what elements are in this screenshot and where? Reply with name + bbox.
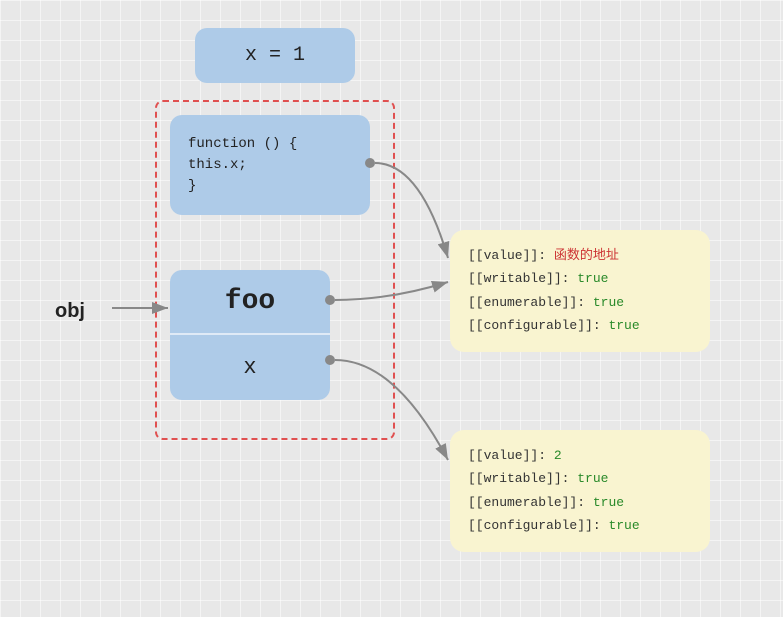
func-desc-value: [[value]]: 函数的地址 — [468, 244, 692, 267]
x-configurable-val: true — [608, 518, 639, 533]
x-writable-key: [[writable]]: — [468, 471, 569, 486]
foo-label-cell: foo — [170, 270, 330, 335]
x1-label: x = 1 — [245, 44, 305, 67]
x-desc-enumerable: [[enumerable]]: true — [468, 491, 692, 514]
func-writable-val: true — [577, 271, 608, 286]
x-value-val: 2 — [554, 448, 562, 463]
func-configurable-val: true — [608, 318, 639, 333]
func-desc-configurable: [[configurable]]: true — [468, 314, 692, 337]
obj-label: obj — [55, 300, 85, 323]
x-enumerable-val: true — [593, 495, 624, 510]
x-desc-writable: [[writable]]: true — [468, 467, 692, 490]
func-writable-key: [[writable]]: — [468, 271, 569, 286]
x1-box: x = 1 — [195, 28, 355, 83]
x-desc-configurable: [[configurable]]: true — [468, 514, 692, 537]
foo-x-box: foo x — [170, 270, 330, 400]
x-configurable-key: [[configurable]]: — [468, 518, 601, 533]
foo-label: foo — [225, 286, 275, 317]
x-writable-val: true — [577, 471, 608, 486]
function-descriptor-box: [[value]]: 函数的地址 [[writable]]: true [[en… — [450, 230, 710, 352]
function-line3: } — [188, 176, 297, 197]
func-configurable-key: [[configurable]]: — [468, 318, 601, 333]
x-label-cell: x — [170, 335, 330, 400]
x-enumerable-key: [[enumerable]]: — [468, 495, 585, 510]
function-box: function () { this.x; } — [170, 115, 370, 215]
func-enumerable-val: true — [593, 295, 624, 310]
function-line2: this.x; — [188, 155, 297, 176]
x-descriptor-box: [[value]]: 2 [[writable]]: true [[enumer… — [450, 430, 710, 552]
function-line1: function () { — [188, 134, 297, 155]
func-value-key: [[value]]: — [468, 248, 546, 263]
diagram-container: x = 1 function () { this.x; } foo x obj … — [0, 0, 783, 617]
func-enumerable-key: [[enumerable]]: — [468, 295, 585, 310]
func-desc-enumerable: [[enumerable]]: true — [468, 291, 692, 314]
x-value-key: [[value]]: — [468, 448, 546, 463]
function-code: function () { this.x; } — [188, 134, 297, 197]
x-desc-value: [[value]]: 2 — [468, 444, 692, 467]
func-value-val: 函数的地址 — [554, 248, 619, 263]
func-desc-writable: [[writable]]: true — [468, 267, 692, 290]
x-label: x — [243, 355, 256, 380]
